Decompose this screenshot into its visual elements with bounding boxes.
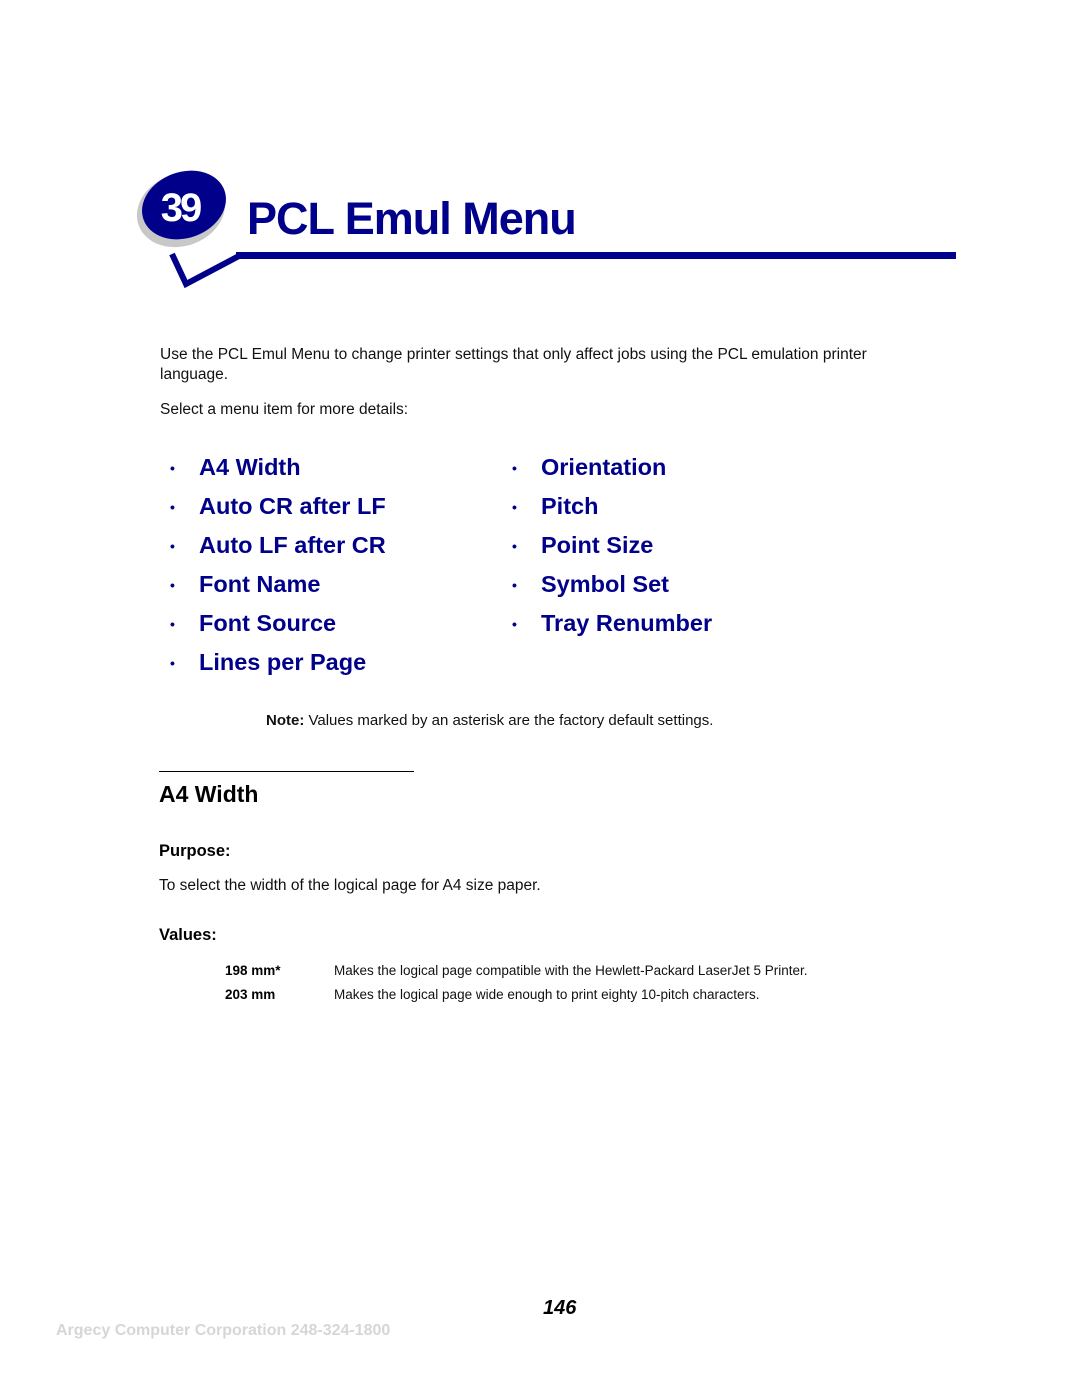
menu-list-left: • A4 Width • Auto CR after LF • Auto LF aft…	[170, 448, 386, 682]
select-hint: Select a menu item for more details:	[160, 401, 409, 418]
menu-link-font-source[interactable]: • Font Source	[170, 604, 386, 643]
menu-link-point-size[interactable]: • Point Size	[512, 526, 712, 565]
header-rule	[236, 252, 956, 259]
menu-link-font-name[interactable]: • Font Name	[170, 565, 386, 604]
bullet-icon: •	[512, 537, 517, 554]
menu-link-label[interactable]: Auto CR after LF	[199, 493, 386, 520]
menu-list-right: • Orientation • Pitch • Point Size • Symbol …	[512, 448, 712, 643]
menu-link-label[interactable]: Orientation	[541, 454, 666, 481]
menu-link-a4-width[interactable]: • A4 Width	[170, 448, 386, 487]
bullet-icon: •	[170, 537, 175, 554]
bullet-icon: •	[170, 498, 175, 515]
menu-link-symbol-set[interactable]: • Symbol Set	[512, 565, 712, 604]
bullet-icon: •	[512, 498, 517, 515]
bullet-icon: •	[512, 459, 517, 476]
value-key: 203 mm	[225, 987, 276, 1002]
page-number: 146	[543, 1297, 577, 1319]
note: Note: Values marked by an asterisk are t…	[266, 712, 713, 729]
note-text: Values marked by an asterisk are the fac…	[304, 712, 714, 729]
menu-link-label[interactable]: A4 Width	[199, 454, 301, 481]
purpose-heading: Purpose:	[159, 842, 231, 860]
menu-link-label[interactable]: Font Source	[199, 610, 336, 637]
menu-link-label[interactable]: Auto LF after CR	[199, 532, 386, 559]
menu-link-pitch[interactable]: • Pitch	[512, 487, 712, 526]
chapter-badge-icon: 39	[136, 170, 241, 288]
menu-link-label[interactable]: Lines per Page	[199, 649, 366, 676]
section-title: A4 Width	[159, 781, 259, 807]
menu-link-tray-renumber[interactable]: • Tray Renumber	[512, 604, 712, 643]
menu-link-auto-cr-after-lf[interactable]: • Auto CR after LF	[170, 487, 386, 526]
value-row: 203 mm Makes the logical page wide enoug…	[225, 987, 845, 1003]
menu-link-lines-per-page[interactable]: • Lines per Page	[170, 643, 386, 682]
menu-link-label[interactable]: Font Name	[199, 571, 320, 598]
bullet-icon: •	[170, 615, 175, 632]
menu-link-orientation[interactable]: • Orientation	[512, 448, 712, 487]
footer-company: Argecy Computer Corporation 248-324-1800	[56, 1322, 391, 1339]
menu-link-auto-lf-after-cr[interactable]: • Auto LF after CR	[170, 526, 386, 565]
value-description: Makes the logical page wide enough to pr…	[334, 987, 760, 1002]
bullet-icon: •	[512, 576, 517, 593]
menu-link-label[interactable]: Point Size	[541, 532, 653, 559]
menu-link-label[interactable]: Symbol Set	[541, 571, 669, 598]
values-table: 198 mm* Makes the logical page compatibl…	[225, 963, 845, 1011]
value-description: Makes the logical page compatible with t…	[334, 963, 808, 978]
bullet-icon: •	[170, 576, 175, 593]
value-key: 198 mm*	[225, 963, 281, 978]
menu-link-label[interactable]: Tray Renumber	[541, 610, 712, 637]
menu-link-label[interactable]: Pitch	[541, 493, 598, 520]
chapter-number: 39	[161, 186, 201, 230]
bullet-icon: •	[170, 459, 175, 476]
note-label: Note:	[266, 712, 305, 729]
section-divider	[159, 771, 414, 772]
page-title: PCL Emul Menu	[247, 193, 577, 244]
value-row: 198 mm* Makes the logical page compatibl…	[225, 963, 845, 979]
bullet-icon: •	[512, 615, 517, 632]
purpose-text: To select the width of the logical page …	[159, 877, 541, 894]
intro-paragraph: Use the PCL Emul Menu to change printer …	[160, 346, 867, 383]
bullet-icon: •	[170, 654, 175, 671]
values-heading: Values:	[159, 926, 217, 944]
